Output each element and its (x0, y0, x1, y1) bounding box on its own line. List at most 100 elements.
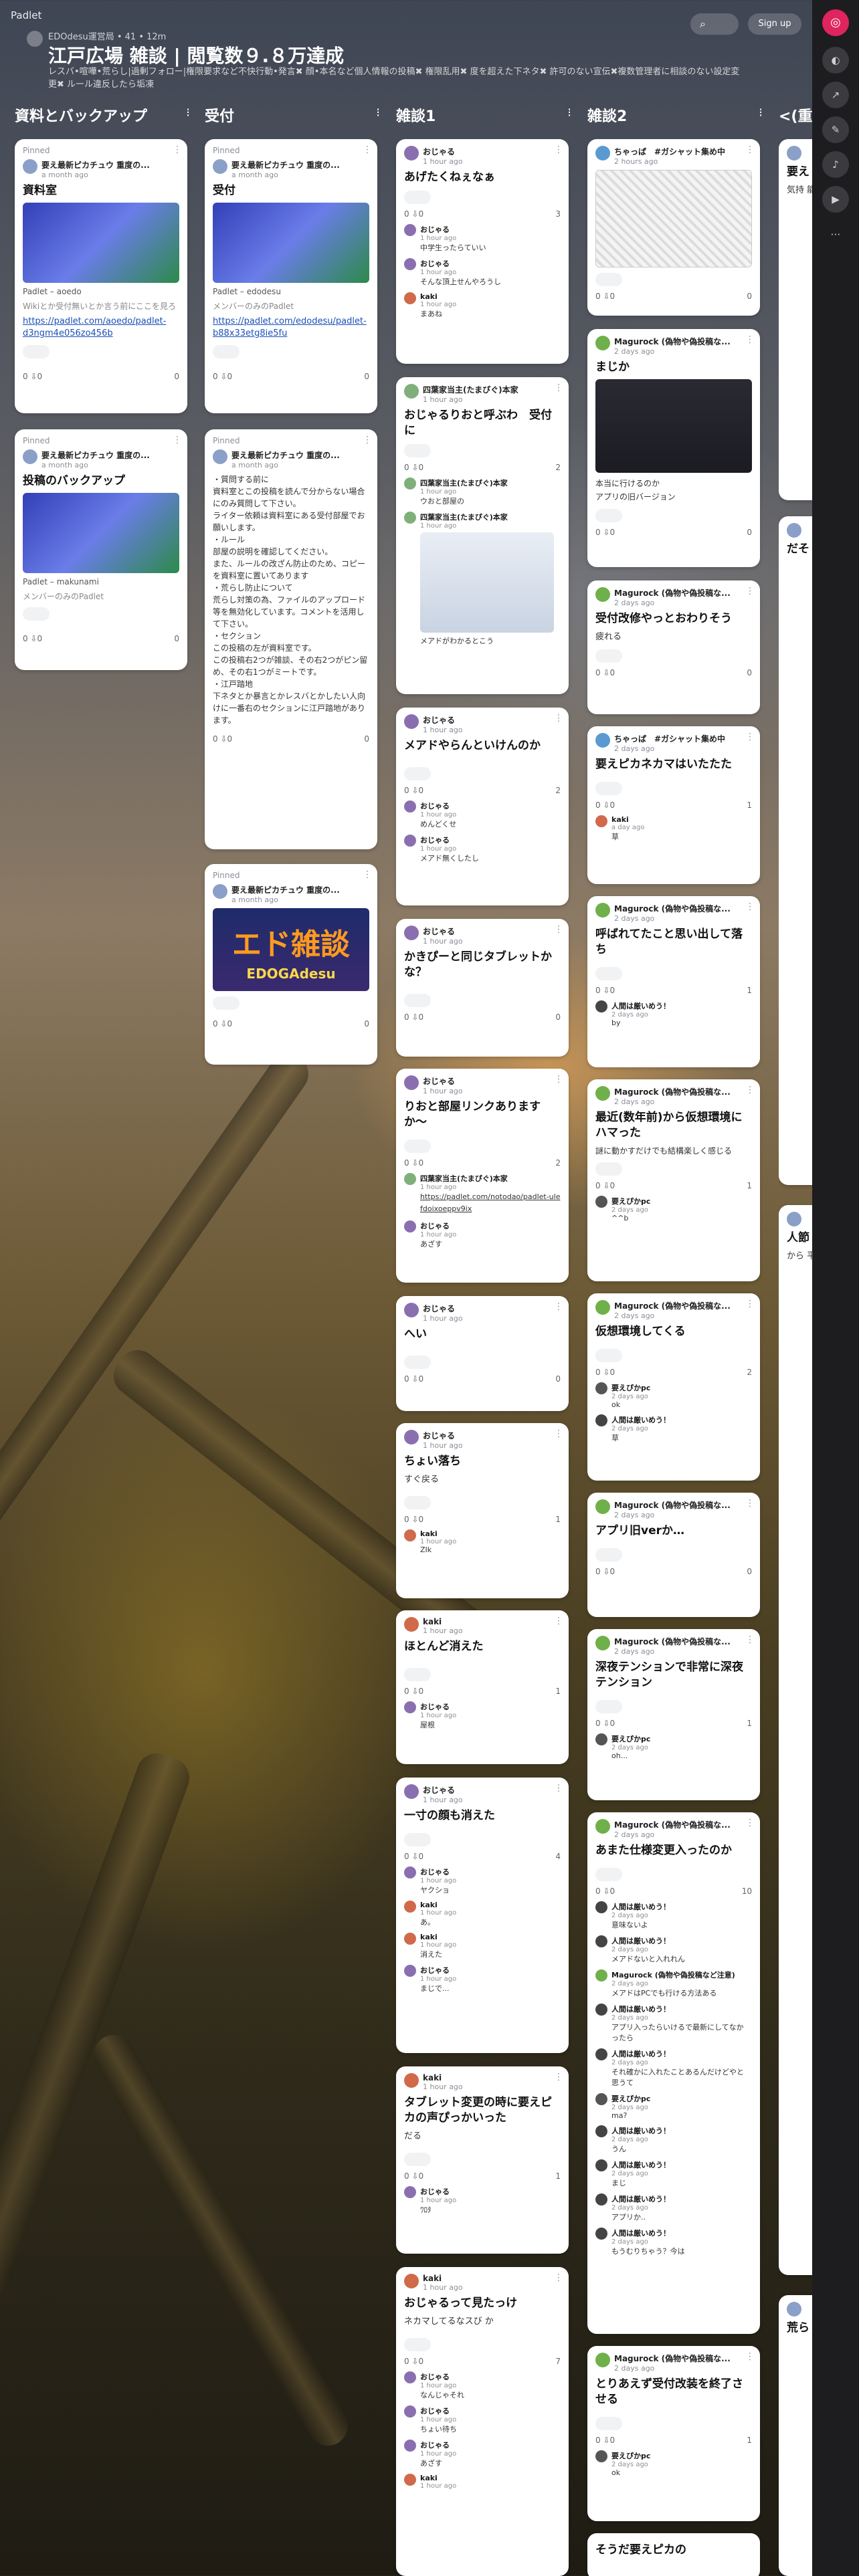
remake-icon[interactable]: ◐ (822, 47, 849, 74)
comment-count[interactable]: 2 (555, 1158, 561, 1168)
more-icon[interactable]: ⋮ (554, 1074, 563, 1085)
reactions[interactable]: 0 ⇩0 (404, 1687, 423, 1696)
avatar[interactable] (404, 1430, 419, 1444)
avatar[interactable] (23, 159, 37, 174)
comment-count[interactable]: 0 (747, 1567, 752, 1576)
more-icon[interactable]: ⋮ (363, 869, 372, 880)
comment-placeholder[interactable] (595, 649, 622, 663)
comment-count[interactable]: 2 (555, 786, 561, 795)
reactions[interactable]: 0 ⇩0 (595, 800, 615, 810)
comment-placeholder[interactable] (404, 1668, 431, 1681)
comment-count[interactable]: 1 (747, 800, 752, 810)
more-icon[interactable]: ⋮ (745, 1299, 755, 1309)
avatar[interactable] (404, 1901, 416, 1913)
more-icon[interactable]: ⋮ (745, 732, 755, 742)
avatar[interactable] (595, 2093, 607, 2105)
avatar[interactable] (595, 2159, 607, 2171)
comment-count[interactable]: 0 (747, 528, 752, 537)
more-icon[interactable]: ⋮ (554, 1428, 563, 1439)
comment-count[interactable]: 0 (364, 1019, 369, 1029)
avatar[interactable] (595, 1636, 610, 1650)
comment-placeholder[interactable] (404, 994, 431, 1007)
comment-placeholder[interactable] (23, 607, 50, 621)
avatar[interactable] (404, 1173, 416, 1185)
post-card[interactable]: Pinned ⋮ 要え最新ピカチュウ 重度の... a month ago 受付 … (205, 139, 377, 413)
more-icon[interactable]: ⋮ (745, 1498, 755, 1509)
comment-placeholder[interactable] (595, 782, 622, 795)
reactions[interactable]: 0 ⇩0 (404, 2357, 423, 2366)
avatar[interactable] (404, 512, 416, 524)
post-card[interactable]: ⋮ Magurock (偽物や偽投稿な... 2 days ago 受付改修やっと… (587, 580, 760, 714)
comment-count[interactable]: 4 (555, 1852, 561, 1861)
avatar[interactable] (595, 146, 610, 160)
comment-placeholder[interactable] (23, 345, 50, 358)
avatar[interactable] (595, 733, 610, 748)
more-icon[interactable]: ⋮ (745, 1818, 755, 1828)
reactions[interactable]: 0 ⇩0 (23, 372, 42, 381)
post-card[interactable]: ⋮ ちゃっぱ #ガシャット集め中 2 hours ago 0 ⇩0 0 (587, 139, 760, 316)
comment-count[interactable]: 3 (555, 209, 561, 219)
comment-count[interactable]: 2 (555, 463, 561, 472)
avatar[interactable] (404, 224, 416, 236)
avatar[interactable] (787, 523, 801, 538)
more-icon[interactable]: ⋮ (363, 144, 372, 155)
reactions[interactable]: 0 ⇩0 (213, 1019, 232, 1029)
more-icon[interactable]: ⋮ (554, 2272, 563, 2283)
screenshot-image[interactable] (595, 379, 752, 473)
reactions[interactable]: 0 ⇩0 (595, 1719, 615, 1728)
comment-placeholder[interactable] (213, 345, 240, 358)
more-icon[interactable]: ⋮ (173, 435, 182, 445)
avatar[interactable] (404, 2073, 419, 2088)
reactions[interactable]: 0 ⇩0 (595, 1368, 615, 1377)
comment-count[interactable]: 0 (555, 1012, 561, 1022)
post-card[interactable]: Pinned ⋮ 要え最新ピカチュウ 重度の... a month ago 投稿の… (15, 429, 187, 670)
more-icon[interactable]: ⋮ (363, 435, 372, 445)
more-icon[interactable]: ⋮ (554, 383, 563, 393)
avatar[interactable] (404, 1617, 419, 1632)
comment-placeholder[interactable] (404, 1356, 431, 1369)
more-icon[interactable]: ⋮ (745, 2351, 755, 2362)
avatar[interactable] (595, 1196, 607, 1208)
post-card[interactable]: ⋮ おじゃる 1 hour ago 一寸の顔も消えた 0 ⇩0 4 おじゃる 1 ho… (396, 1778, 569, 2053)
comment-count[interactable]: 2 (747, 1368, 752, 1377)
comment-placeholder[interactable] (595, 273, 622, 286)
more-icon[interactable]: ⋮ (745, 1085, 755, 1095)
attachment-link[interactable]: https://padlet.com/aoedo/padlet-d3ngm4e0… (23, 316, 179, 340)
comment-placeholder[interactable] (595, 2417, 622, 2430)
post-card[interactable]: ⋮ Magurock (偽物や偽投稿な... 2 days ago 呼ばれてたこと… (587, 896, 760, 1067)
comment-count[interactable]: 0 (174, 372, 179, 381)
reactions[interactable]: 0 ⇩0 (595, 1887, 615, 1896)
comment-placeholder[interactable] (595, 1162, 622, 1176)
post-card[interactable]: ⋮ kaki 1 hour ago タブレット変更の時に要えピカの声ぴっかいった … (396, 2066, 569, 2254)
comment-count[interactable]: 0 (555, 1374, 561, 1384)
banner-image[interactable]: エド雑談 EDOGAdesu (213, 908, 369, 991)
comment-count[interactable]: 1 (555, 1687, 561, 1696)
share-icon[interactable]: ↗ (822, 82, 849, 108)
reactions[interactable]: 0 ⇩0 (595, 986, 615, 995)
reactions[interactable]: 0 ⇩0 (404, 1515, 423, 1524)
board-owner-avatar[interactable] (27, 31, 43, 47)
post-card[interactable]: ⋮ おじゃる 1 hour ago メアドやらんといけんのか 0 ⇩0 2 おじゃる… (396, 708, 569, 905)
column-menu-icon[interactable]: ⁝ (567, 106, 571, 120)
avatar[interactable] (595, 1000, 607, 1012)
avatar[interactable] (595, 1969, 607, 1981)
post-card[interactable]: Pinned ⋮ 要え最新ピカチュウ 重度の... a month ago エド雑… (205, 864, 377, 1065)
reactions[interactable]: 0 ⇩0 (213, 734, 232, 744)
avatar[interactable] (595, 1414, 607, 1426)
avatar[interactable] (404, 1220, 416, 1232)
avatar[interactable] (404, 2274, 419, 2288)
post-card[interactable]: ⋮ 四葉家当主(たまぴぐ)本家 1 hour ago おじゃるりおと呼ぶわ 受付に… (396, 377, 569, 694)
reactions[interactable]: 0 ⇩0 (404, 1012, 423, 1022)
comment-placeholder[interactable] (404, 1496, 431, 1509)
reactions[interactable]: 0 ⇩0 (595, 1567, 615, 1576)
post-card[interactable]: ⋮ おじゃる 1 hour ago あげたくねぇなぁ 0 ⇩0 3 おじゃる 1 ho… (396, 139, 569, 364)
edit-icon[interactable]: ✎ (822, 116, 849, 143)
avatar[interactable] (404, 2405, 416, 2418)
more-icon[interactable]: ⋮ (554, 1301, 563, 1312)
avatar[interactable] (404, 258, 416, 270)
slideshow-icon[interactable]: ▶ (822, 186, 849, 213)
avatar[interactable] (404, 835, 416, 847)
comment-placeholder[interactable] (595, 509, 622, 522)
comment-count[interactable]: 1 (555, 1515, 561, 1524)
avatar[interactable] (404, 146, 419, 160)
